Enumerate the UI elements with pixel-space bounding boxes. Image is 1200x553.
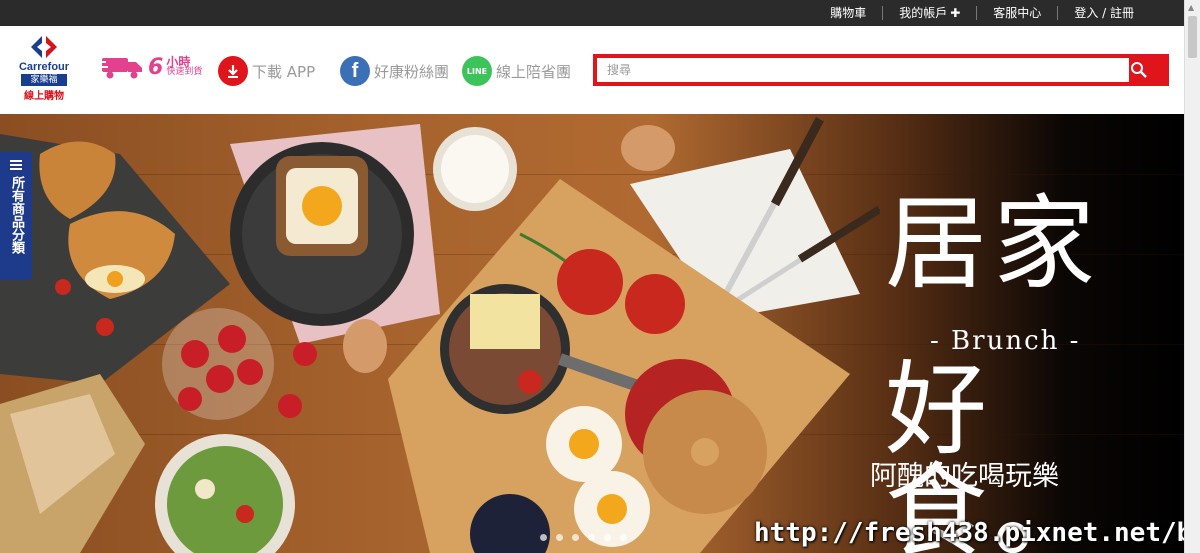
line-link[interactable]: LINE 線上陪省團 [462, 56, 571, 86]
service-link[interactable]: 客服中心 [977, 0, 1057, 26]
delivery-promo[interactable]: 6 小時 快速到貨 [100, 54, 202, 80]
carousel-dots [540, 534, 636, 541]
carousel-dot[interactable] [604, 534, 611, 541]
menu-icon [10, 160, 22, 170]
delivery-sub: 快速到貨 [166, 67, 203, 77]
download-app-link[interactable]: 下載 APP [218, 56, 315, 86]
line-label: 線上陪省團 [496, 62, 572, 81]
search-button[interactable] [1111, 56, 1167, 84]
blog-watermark: http://fresh438.pixnet.net/blog [754, 518, 1185, 548]
all-categories-label: 所有商品分類 [9, 176, 24, 254]
header: Carrefour 家樂福 線上購物 6 小時 快速到貨 下載 APP f 好康粉… [0, 26, 1185, 114]
delivery-text: 小時 快速到貨 [166, 55, 203, 77]
banner-title-line1: 居家 [885, 185, 1101, 304]
carousel-dot[interactable] [588, 534, 595, 541]
line-badge: LINE [466, 66, 488, 76]
hero-banner[interactable]: 所有商品分類 居家 - Brunch - 好食。 阿醜的吃喝玩樂 http://… [0, 114, 1185, 553]
scroll-up-icon[interactable]: ▲ [1188, 3, 1194, 12]
cart-link[interactable]: 購物車 [814, 0, 882, 26]
facebook-icon: f [340, 56, 370, 86]
plus-icon: ✚ [950, 6, 961, 20]
carousel-dot[interactable] [556, 534, 563, 541]
download-app-label: 下載 APP [252, 62, 316, 81]
login-link[interactable]: 登入 / 註冊 [1058, 0, 1150, 26]
search-bar [593, 54, 1169, 86]
logo-chinese: 家樂福 [21, 74, 67, 86]
truck-icon [100, 58, 142, 79]
download-icon [218, 56, 248, 86]
account-label: 我的帳戶 [899, 6, 948, 20]
carousel-dot[interactable] [572, 534, 579, 541]
logo-online: 線上購物 [24, 91, 64, 102]
top-bar: 購物車 我的帳戶 ✚ 客服中心 登入 / 註冊 [0, 0, 1185, 26]
facebook-label: 好康粉絲團 [374, 62, 450, 81]
facebook-link[interactable]: f 好康粉絲團 [340, 56, 449, 86]
search-input[interactable] [597, 58, 1129, 82]
search-icon [1131, 62, 1147, 78]
carrefour-logo[interactable]: Carrefour 家樂福 線上購物 [12, 34, 76, 106]
line-icon: LINE [462, 56, 492, 86]
scroll-thumb[interactable] [1188, 16, 1197, 58]
all-categories-tab[interactable]: 所有商品分類 [0, 152, 32, 280]
brunch-food-image [0, 116, 880, 553]
account-link[interactable]: 我的帳戶 ✚ [883, 0, 976, 26]
carousel-dot[interactable] [620, 534, 627, 541]
delivery-unit: 小時 [166, 55, 191, 69]
top-links: 購物車 我的帳戶 ✚ 客服中心 登入 / 註冊 [814, 0, 1150, 26]
logo-brand: Carrefour [18, 61, 70, 73]
vertical-scrollbar[interactable]: ▲ [1184, 0, 1200, 553]
carrefour-logo-icon [31, 36, 57, 58]
delivery-hours: 6 [148, 54, 164, 80]
banner-caption: 阿醜的吃喝玩樂 [870, 461, 1059, 492]
carousel-dot[interactable] [540, 534, 547, 541]
